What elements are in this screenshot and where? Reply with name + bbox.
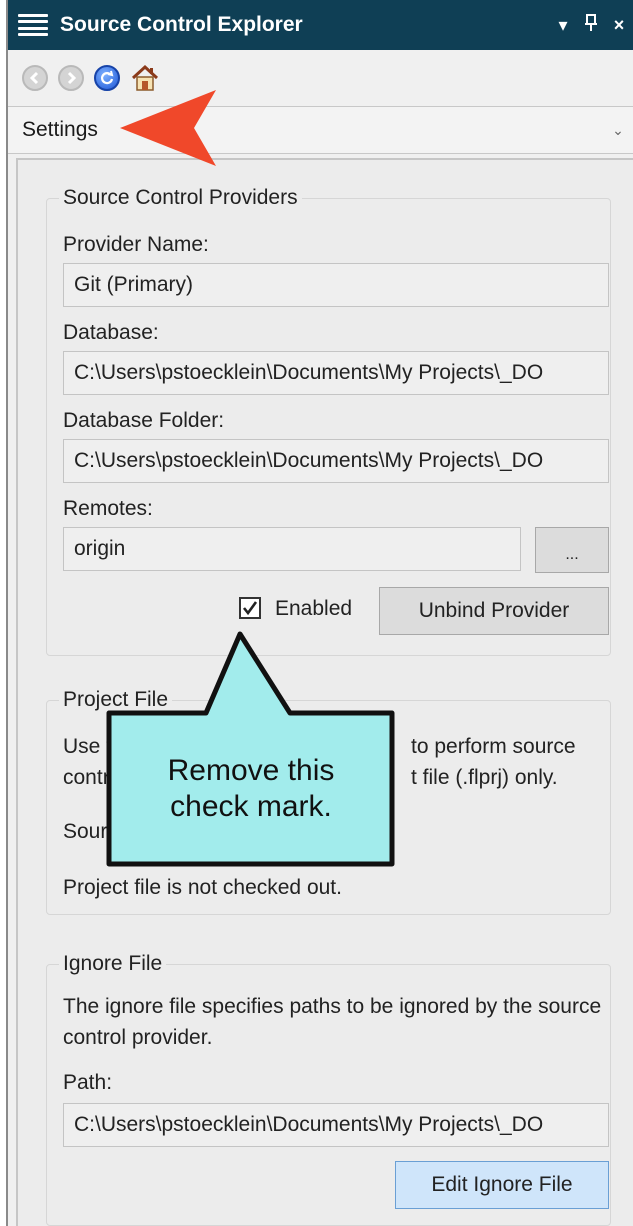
project-file-status-text: Project file is not checked out. bbox=[63, 876, 342, 899]
ignore-file-path-label: Path: bbox=[63, 1071, 113, 1094]
group-title: Source Control Providers bbox=[59, 186, 302, 210]
forward-arrow-icon[interactable] bbox=[58, 65, 84, 91]
ignore-file-group: Ignore File The ignore file specifies pa… bbox=[46, 952, 611, 1226]
database-label: Database: bbox=[63, 321, 159, 344]
view-select[interactable]: Settings ⌄ bbox=[8, 106, 633, 154]
unbind-provider-button[interactable]: Unbind Provider bbox=[379, 587, 609, 635]
enabled-label: Enabled bbox=[275, 597, 353, 620]
close-icon[interactable]: × bbox=[605, 15, 633, 36]
remotes-browse-button[interactable]: ... bbox=[535, 527, 609, 573]
database-folder-field[interactable]: C:\Users\pstoecklein\Documents\My Projec… bbox=[63, 439, 609, 483]
remotes-label: Remotes: bbox=[63, 497, 153, 520]
menu-icon[interactable] bbox=[16, 11, 50, 39]
annotation-arrow-icon bbox=[120, 90, 216, 166]
source-control-explorer-window: Source Control Explorer ▾ × Settings ⌄ S… bbox=[6, 0, 633, 1226]
title-bar: Source Control Explorer ▾ × bbox=[8, 0, 633, 50]
remotes-field[interactable]: origin bbox=[63, 527, 521, 571]
callout-text-line2: check mark. bbox=[170, 790, 332, 823]
chevron-down-icon: ⌄ bbox=[612, 121, 624, 138]
database-folder-label: Database Folder: bbox=[63, 409, 225, 432]
provider-name-label: Provider Name: bbox=[63, 233, 209, 256]
ignore-file-path-field[interactable]: C:\Users\pstoecklein\Documents\My Projec… bbox=[63, 1103, 609, 1147]
window-title: Source Control Explorer bbox=[60, 13, 303, 36]
provider-name-field[interactable]: Git (Primary) bbox=[63, 263, 609, 307]
callout-bubble: Remove this check mark. bbox=[106, 631, 395, 867]
back-arrow-icon[interactable] bbox=[22, 65, 48, 91]
toolbar bbox=[8, 50, 633, 106]
view-select-value: Settings bbox=[22, 118, 98, 141]
source-control-providers-group: Source Control Providers Provider Name: … bbox=[46, 186, 611, 656]
enabled-checkbox[interactable] bbox=[239, 597, 261, 619]
description-fragment: t file (.flprj) only. bbox=[411, 766, 558, 789]
dropdown-window-icon[interactable]: ▾ bbox=[549, 15, 577, 36]
callout-text-line1: Remove this bbox=[168, 754, 335, 787]
edit-ignore-file-button[interactable]: Edit Ignore File bbox=[395, 1161, 609, 1209]
database-field[interactable]: C:\Users\pstoecklein\Documents\My Projec… bbox=[63, 351, 609, 395]
pin-icon[interactable] bbox=[577, 13, 605, 37]
ignore-file-description: The ignore file specifies paths to be ig… bbox=[63, 995, 602, 1049]
description-fragment: to perform source bbox=[411, 735, 576, 758]
group-title: Ignore File bbox=[59, 952, 167, 976]
